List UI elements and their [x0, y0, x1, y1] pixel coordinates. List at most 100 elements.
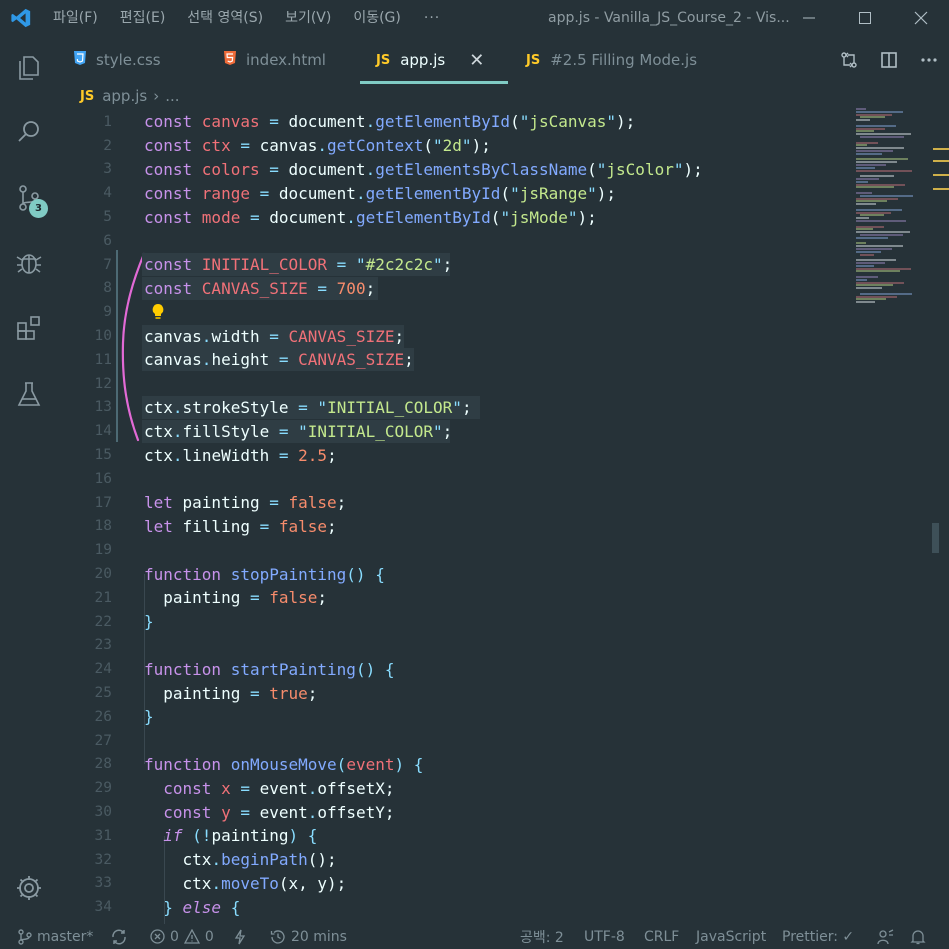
- debug-icon[interactable]: [0, 234, 58, 290]
- menu-selection[interactable]: 선택 영역(S): [176, 0, 274, 36]
- code-line[interactable]: 26}: [58, 705, 848, 729]
- code-text: function onMouseMove(event) {: [144, 754, 424, 774]
- notifications-bell-icon[interactable]: [910, 924, 926, 949]
- menu-go[interactable]: 이동(G): [342, 0, 412, 36]
- problems-indicator[interactable]: 0 0: [150, 924, 214, 949]
- code-line[interactable]: 7 const INITIAL_COLOR = "#2c2c2c";: [58, 253, 848, 277]
- code-line[interactable]: 6: [58, 229, 848, 253]
- status-bar: master* 0 0 20 mins 공백: 2 UTF-8 CRLF Jav…: [0, 924, 949, 949]
- tab-filling-mode-js[interactable]: JS #2.5 Filling Mode.js: [526, 36, 697, 84]
- code-line[interactable]: 13 ctx.strokeStyle = "INITIAL_COLOR";: [58, 396, 848, 420]
- line-number: 4: [103, 185, 112, 202]
- eol-status[interactable]: CRLF: [644, 924, 679, 949]
- code-text: const mode = document.getElementById("js…: [144, 207, 597, 227]
- indentation-status[interactable]: 공백: 2: [520, 924, 564, 949]
- code-line[interactable]: 12: [58, 372, 848, 396]
- close-tab-icon[interactable]: ✕: [469, 50, 484, 71]
- settings-gear-icon[interactable]: [0, 860, 58, 916]
- code-line[interactable]: 5 const mode = document.getElementById("j…: [58, 205, 848, 229]
- minimap[interactable]: [848, 108, 928, 308]
- minimap-line: [860, 136, 904, 138]
- menu-bar: 파일(F) 편집(E) 선택 영역(S) 보기(V) 이동(G) ···: [42, 0, 452, 36]
- code-line[interactable]: 34 } else {: [58, 895, 848, 919]
- code-line[interactable]: 17 let painting = false;: [58, 491, 848, 515]
- menu-file[interactable]: 파일(F): [42, 0, 109, 36]
- tab-index-html[interactable]: index.html: [224, 36, 326, 84]
- minimap-line: [856, 276, 878, 278]
- language-status[interactable]: JavaScript: [696, 924, 766, 949]
- compare-changes-icon[interactable]: [829, 36, 869, 84]
- tab-app-js[interactable]: JS app.js ✕: [376, 36, 484, 84]
- code-line[interactable]: 4 const range = document.getElementById("…: [58, 181, 848, 205]
- testing-flask-icon[interactable]: [0, 366, 58, 422]
- code-text: const INITIAL_COLOR = "#2c2c2c";: [144, 255, 453, 275]
- code-line[interactable]: 27: [58, 729, 848, 753]
- code-line[interactable]: 1 const canvas = document.getElementById(…: [58, 110, 848, 134]
- code-text: }: [144, 612, 154, 632]
- minimize-button[interactable]: [781, 0, 837, 36]
- code-line[interactable]: 11 canvas.height = CANVAS_SIZE;: [58, 348, 848, 372]
- code-line[interactable]: 8 const CANVAS_SIZE = 700;: [58, 277, 848, 301]
- code-editor[interactable]: 1 const canvas = document.getElementById(…: [58, 108, 848, 924]
- tab-style-css[interactable]: style.css: [74, 36, 161, 84]
- encoding-status[interactable]: UTF-8: [584, 924, 625, 949]
- maximize-button[interactable]: [837, 0, 893, 36]
- code-line[interactable]: 19: [58, 538, 848, 562]
- lightning-icon[interactable]: [234, 924, 246, 949]
- minimap-line: [856, 192, 872, 194]
- line-number: 11: [94, 351, 112, 368]
- search-icon[interactable]: [0, 104, 58, 160]
- feedback-icon[interactable]: [876, 924, 894, 949]
- code-line[interactable]: 16: [58, 467, 848, 491]
- code-line[interactable]: 9: [58, 300, 848, 324]
- line-number: 22: [94, 613, 112, 630]
- code-line[interactable]: 24 function startPainting() {: [58, 657, 848, 681]
- code-line[interactable]: 15 ctx.lineWidth = 2.5;: [58, 443, 848, 467]
- branch-indicator[interactable]: master*: [18, 924, 93, 949]
- close-window-button[interactable]: [893, 0, 949, 36]
- line-number: 24: [94, 661, 112, 678]
- code-line[interactable]: 23: [58, 634, 848, 658]
- code-line[interactable]: 10 canvas.width = CANVAS_SIZE;: [58, 324, 848, 348]
- code-line[interactable]: 21 painting = false;: [58, 586, 848, 610]
- code-text: const x = event.offsetX;: [144, 778, 395, 798]
- more-actions-icon[interactable]: [909, 36, 949, 84]
- breadcrumb-more[interactable]: ...: [165, 87, 179, 105]
- code-line[interactable]: 32 ctx.beginPath();: [58, 848, 848, 872]
- code-line[interactable]: 25 painting = true;: [58, 681, 848, 705]
- time-tracker[interactable]: 20 mins: [270, 924, 347, 949]
- sync-icon[interactable]: [110, 924, 128, 949]
- extensions-icon[interactable]: [0, 300, 58, 356]
- code-line[interactable]: 3 const colors = document.getElementsByCl…: [58, 158, 848, 182]
- line-number: 18: [94, 518, 112, 535]
- code-line[interactable]: 20 function stopPainting() {: [58, 562, 848, 586]
- source-control-icon[interactable]: [0, 170, 58, 226]
- code-line[interactable]: 33 ctx.moveTo(x, y);: [58, 872, 848, 896]
- code-line[interactable]: 2 const ctx = canvas.getContext("2d");: [58, 134, 848, 158]
- minimap-line: [856, 287, 882, 290]
- js-file-icon: JS: [80, 88, 95, 104]
- minimap-line: [856, 217, 869, 220]
- code-line[interactable]: 30 const y = event.offsetY;: [58, 800, 848, 824]
- line-number: 5: [103, 209, 112, 226]
- breadcrumb-file[interactable]: app.js: [102, 87, 147, 105]
- explorer-icon[interactable]: [0, 40, 58, 96]
- lightbulb-icon[interactable]: [151, 303, 165, 325]
- code-line[interactable]: 28 function onMouseMove(event) {: [58, 753, 848, 777]
- code-line[interactable]: 18 let filling = false;: [58, 515, 848, 539]
- line-number: 29: [94, 780, 112, 797]
- split-editor-icon[interactable]: [869, 36, 909, 84]
- prettier-status[interactable]: Prettier: ✓: [782, 924, 854, 949]
- line-number: 21: [94, 589, 112, 606]
- menu-view[interactable]: 보기(V): [274, 0, 342, 36]
- minimap-line: [856, 203, 876, 206]
- branch-name: master*: [37, 928, 94, 945]
- menu-edit[interactable]: 편집(E): [109, 0, 177, 36]
- code-line[interactable]: 14 ctx.fillStyle = "INITIAL_COLOR";: [58, 419, 848, 443]
- code-line[interactable]: 31 if (!painting) {: [58, 824, 848, 848]
- code-line[interactable]: 22}: [58, 610, 848, 634]
- code-line[interactable]: 29 const x = event.offsetX;: [58, 776, 848, 800]
- menu-more-button[interactable]: ···: [412, 0, 452, 36]
- minimap-line: [856, 197, 898, 200]
- vscode-logo-icon: [0, 0, 42, 36]
